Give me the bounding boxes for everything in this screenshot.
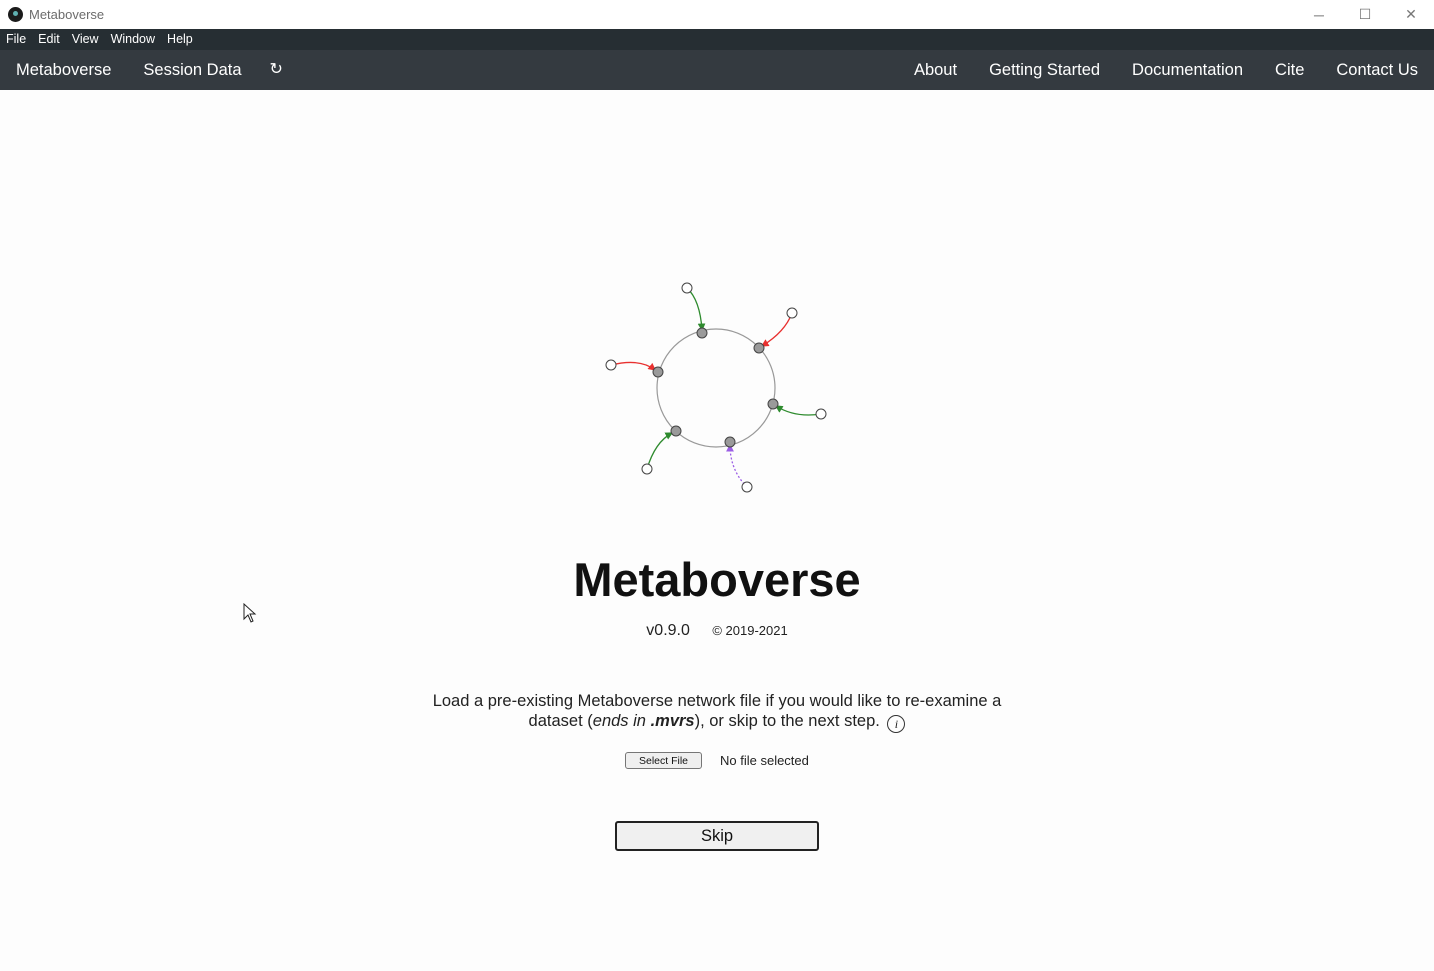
select-file-button[interactable]: Select File	[625, 752, 702, 769]
node-inner-6	[652, 366, 664, 378]
node-outer-3	[815, 408, 827, 420]
skip-button[interactable]: Skip	[615, 821, 819, 851]
instructions-ends-in: ends in	[592, 712, 651, 730]
refresh-icon[interactable]: ↻	[258, 50, 295, 90]
version-row: v0.9.0 © 2019-2021	[0, 622, 1434, 640]
top-navbar: Metaboverse Session Data ↻ About Getting…	[0, 50, 1434, 90]
title-bar: Metaboverse ─ ☐ ✕	[0, 0, 1434, 29]
copyright-label: © 2019-2021	[712, 623, 788, 638]
edge-bottom	[726, 443, 748, 488]
node-outer-4	[741, 481, 753, 493]
minimize-button[interactable]: ─	[1296, 0, 1342, 29]
edge-top	[686, 287, 706, 332]
info-icon[interactable]: i	[887, 715, 906, 733]
node-outer-1	[681, 282, 693, 294]
node-outer-6	[605, 359, 617, 371]
nav-left: Metaboverse Session Data ↻	[0, 50, 295, 90]
nav-getting-started[interactable]: Getting Started	[973, 50, 1116, 90]
close-button[interactable]: ✕	[1388, 0, 1434, 29]
node-inner-4	[724, 436, 736, 448]
file-status-text: No file selected	[720, 753, 809, 768]
menu-edit[interactable]: Edit	[32, 29, 66, 50]
menu-help[interactable]: Help	[161, 29, 199, 50]
node-inner-5	[670, 425, 682, 437]
menu-bar: File Edit View Window Help	[0, 29, 1434, 50]
nav-session-data[interactable]: Session Data	[127, 50, 257, 90]
mouse-cursor-icon	[243, 603, 257, 623]
maximize-button[interactable]: ☐	[1342, 0, 1388, 29]
menu-file[interactable]: File	[0, 29, 32, 50]
node-inner-2	[753, 342, 765, 354]
edge-top-right	[760, 312, 793, 347]
node-inner-3	[767, 398, 779, 410]
nav-right: About Getting Started Documentation Cite…	[898, 50, 1434, 90]
menu-window[interactable]: Window	[105, 29, 161, 50]
nav-contact-us[interactable]: Contact Us	[1320, 50, 1434, 90]
window-title: Metaboverse	[29, 7, 105, 22]
node-outer-2	[786, 307, 798, 319]
instructions-extension: .mvrs	[650, 712, 695, 730]
menu-view[interactable]: View	[66, 29, 105, 50]
nav-documentation[interactable]: Documentation	[1116, 50, 1259, 90]
load-instructions: Load a pre-existing Metaboverse network …	[430, 691, 1004, 733]
nav-about[interactable]: About	[898, 50, 973, 90]
edge-right	[774, 405, 822, 416]
node-inner-1	[696, 327, 708, 339]
window-controls: ─ ☐ ✕	[1296, 0, 1434, 29]
node-outer-5	[641, 463, 653, 475]
edge-bottom-left	[646, 432, 674, 470]
file-select-row: Select File No file selected	[625, 752, 809, 769]
nav-cite[interactable]: Cite	[1259, 50, 1320, 90]
nav-metaboverse[interactable]: Metaboverse	[0, 50, 127, 90]
edge-left	[610, 361, 657, 371]
instructions-part2: ), or skip to the next step.	[694, 712, 880, 730]
version-label: v0.9.0	[646, 622, 690, 639]
app-logo-icon	[8, 7, 23, 22]
metaboverse-network-logo	[605, 282, 827, 493]
app-title: Metaboverse	[573, 553, 861, 606]
